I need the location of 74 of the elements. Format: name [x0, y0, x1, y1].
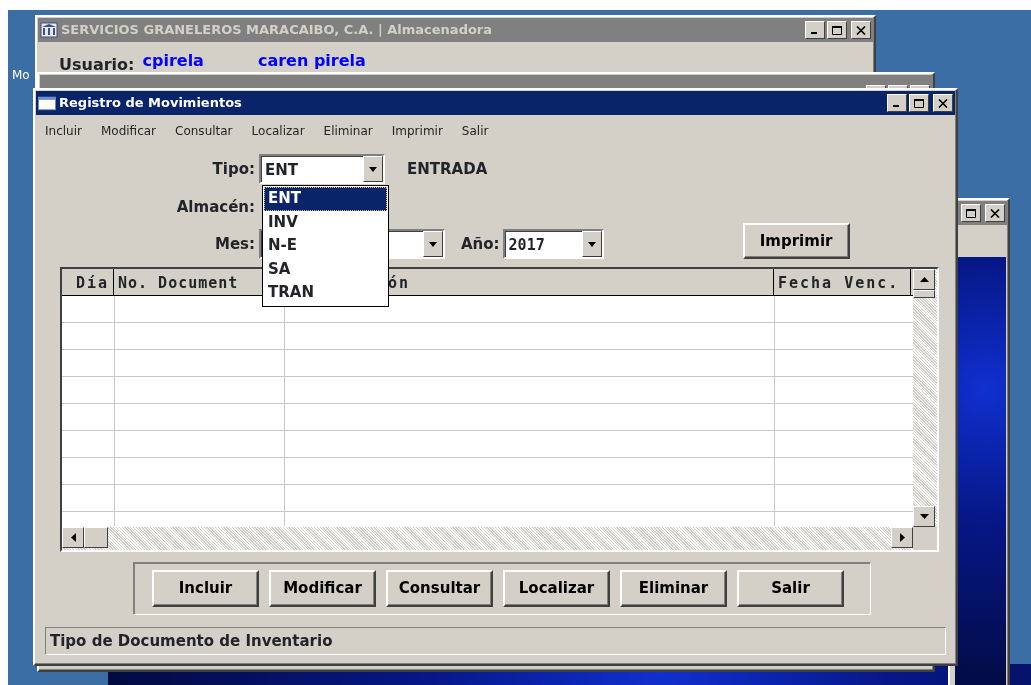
close-button[interactable] — [851, 21, 871, 39]
close-icon — [938, 98, 948, 108]
scroll-down-button[interactable] — [913, 506, 935, 527]
column-header[interactable]: Día — [75, 274, 109, 292]
type-description: ENTRADA — [407, 158, 488, 180]
dropdown-arrow-button[interactable] — [423, 231, 443, 257]
action-button[interactable]: Eliminar — [620, 570, 727, 607]
maximize-icon — [914, 98, 924, 108]
field-label: Almacén: — [175, 196, 256, 218]
field-label: Año: — [461, 233, 500, 255]
maximize-button[interactable] — [961, 204, 981, 222]
right-arrow-icon — [897, 533, 907, 542]
menu-item[interactable]: Localizar — [251, 122, 305, 140]
vertical-scrollbar[interactable] — [913, 269, 937, 527]
action-button[interactable]: Modificar — [269, 570, 376, 607]
window-icon — [38, 95, 56, 111]
maximize-icon — [966, 208, 976, 218]
close-button[interactable] — [933, 94, 953, 112]
close-icon — [990, 208, 1000, 218]
type-dropdown[interactable]: ENT — [259, 154, 385, 184]
minimize-button[interactable] — [887, 94, 907, 112]
up-arrow-icon — [919, 275, 929, 284]
dropdown-option[interactable]: INV — [264, 210, 387, 234]
field-label: Mes: — [213, 233, 256, 255]
user-label: Usuario: — [59, 54, 135, 76]
field-label: Tipo: — [211, 158, 256, 180]
menu-item[interactable]: Salir — [461, 122, 489, 140]
building-icon — [40, 22, 58, 38]
dropdown-option[interactable]: SA — [264, 257, 387, 281]
desktop-icon-label[interactable]: Mo — [12, 66, 30, 84]
minimize-button[interactable] — [805, 21, 825, 39]
column-header[interactable]: No. Document — [118, 274, 239, 292]
maximize-icon — [832, 25, 842, 35]
dropdown-option[interactable]: N-E — [264, 234, 387, 258]
action-button[interactable]: Incluir — [152, 570, 259, 607]
menu-item[interactable]: Eliminar — [323, 122, 373, 140]
scrollbar-corner — [913, 527, 937, 550]
username: cpirela — [142, 50, 204, 72]
left-arrow-icon — [68, 533, 78, 542]
action-button[interactable]: Consultar — [386, 570, 493, 607]
scroll-up-button[interactable] — [913, 269, 935, 290]
caret-icon — [369, 166, 377, 172]
minimize-icon — [810, 32, 817, 34]
scroll-left-button[interactable] — [62, 527, 84, 548]
dropdown-option[interactable]: ENT — [264, 187, 387, 211]
down-arrow-icon — [919, 512, 929, 521]
close-icon — [856, 25, 866, 35]
dropdown-option[interactable]: TRAN — [264, 281, 387, 305]
menu-item[interactable]: Modificar — [100, 122, 157, 140]
menu-item[interactable]: Incluir — [45, 122, 82, 140]
caret-icon — [587, 241, 596, 247]
print-button[interactable]: Imprimir — [742, 223, 850, 259]
close-button[interactable] — [985, 204, 1005, 222]
action-button[interactable]: Localizar — [503, 570, 610, 607]
scroll-thumb[interactable] — [84, 527, 108, 548]
horizontal-scrollbar[interactable] — [62, 527, 913, 550]
action-button[interactable]: Salir — [737, 570, 844, 607]
column-header[interactable]: ón — [388, 274, 411, 292]
scroll-right-button[interactable] — [891, 527, 913, 548]
menu-item[interactable]: Consultar — [175, 122, 233, 140]
status-bar: Tipo de Documento de Inventario — [45, 627, 946, 655]
scroll-thumb[interactable] — [913, 290, 935, 298]
maximize-button[interactable] — [909, 94, 929, 112]
window-title: SERVICIOS GRANELEROS MARACAIBO, C.A. | Almacenadora — [61, 21, 493, 40]
dropdown-arrow-button[interactable] — [581, 231, 602, 257]
minimize-icon — [892, 105, 899, 107]
maximize-button[interactable] — [827, 21, 847, 39]
caret-icon — [429, 241, 437, 247]
window-title: Registro de Movimientos — [59, 94, 242, 113]
user-full-name: caren pirela — [257, 50, 366, 72]
column-header[interactable]: Fecha Venc. — [778, 274, 900, 292]
dropdown-arrow-button[interactable] — [363, 156, 383, 182]
year-dropdown[interactable]: 2017 — [502, 229, 604, 259]
menu-item[interactable]: Imprimir — [391, 122, 443, 140]
